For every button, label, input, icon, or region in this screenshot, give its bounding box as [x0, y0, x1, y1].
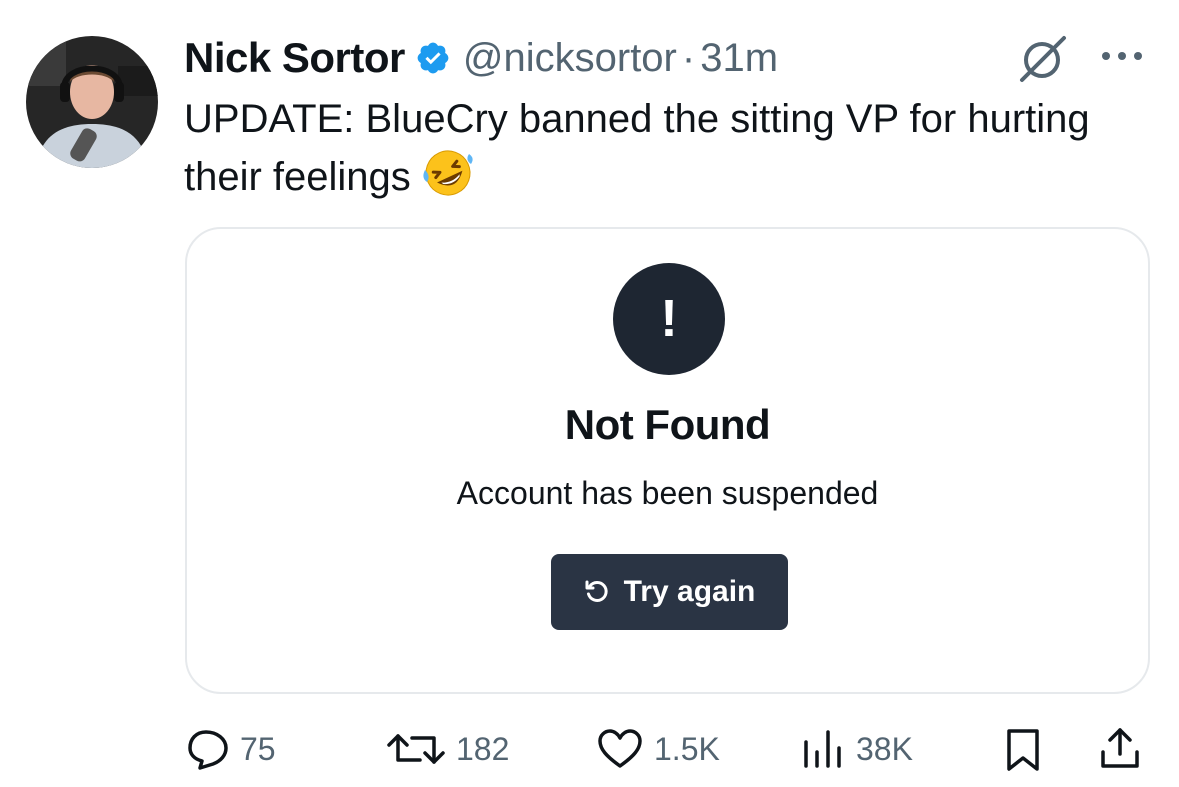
tweet-body: UPDATE: BlueCry banned the sitting VP fo… [184, 97, 1090, 199]
share-button[interactable] [1098, 726, 1142, 770]
try-again-label: Try again [623, 575, 756, 608]
reply-button[interactable]: 75 [186, 728, 276, 770]
author-avatar[interactable] [26, 36, 158, 168]
embedded-image-card[interactable]: ! Not Found Account has been suspended T… [185, 227, 1150, 694]
views-icon [804, 730, 841, 768]
tweet-text: UPDATE: BlueCry banned the sitting VP fo… [184, 90, 1124, 214]
author-handle[interactable]: @nicksortor [463, 36, 677, 81]
tweet-action-bar: 75 182 1.5K 38K [0, 720, 1179, 776]
rolling-on-floor-laughing-emoji-icon [421, 148, 475, 214]
alert-icon: ! [613, 263, 725, 375]
tweet-header: Nick Sortor @nicksortor · 31m [184, 30, 778, 86]
timestamp[interactable]: 31m [700, 36, 778, 81]
refresh-icon [585, 580, 608, 602]
separator-dot: · [681, 35, 696, 80]
bookmark-icon [1007, 729, 1039, 771]
repost-count: 182 [456, 730, 510, 767]
grok-icon[interactable] [1014, 32, 1070, 93]
reply-icon [188, 730, 228, 770]
repost-button[interactable]: 182 [386, 728, 509, 770]
views-count: 38K [856, 730, 913, 767]
try-again-button: Try again [551, 554, 788, 630]
like-icon [598, 729, 642, 768]
verified-badge-icon[interactable] [415, 40, 451, 76]
more-icon[interactable] [1098, 48, 1146, 69]
reply-count: 75 [240, 730, 276, 767]
share-icon [1101, 728, 1139, 768]
bookmark-button[interactable] [1004, 728, 1042, 772]
like-button[interactable]: 1.5K [596, 728, 720, 770]
author-name[interactable]: Nick Sortor [184, 34, 405, 82]
like-count: 1.5K [654, 730, 720, 767]
views-button[interactable]: 38K [800, 728, 913, 770]
repost-icon [387, 734, 445, 764]
not-found-title: Not Found [564, 401, 771, 448]
suspended-message: Account has been suspended [456, 475, 879, 511]
